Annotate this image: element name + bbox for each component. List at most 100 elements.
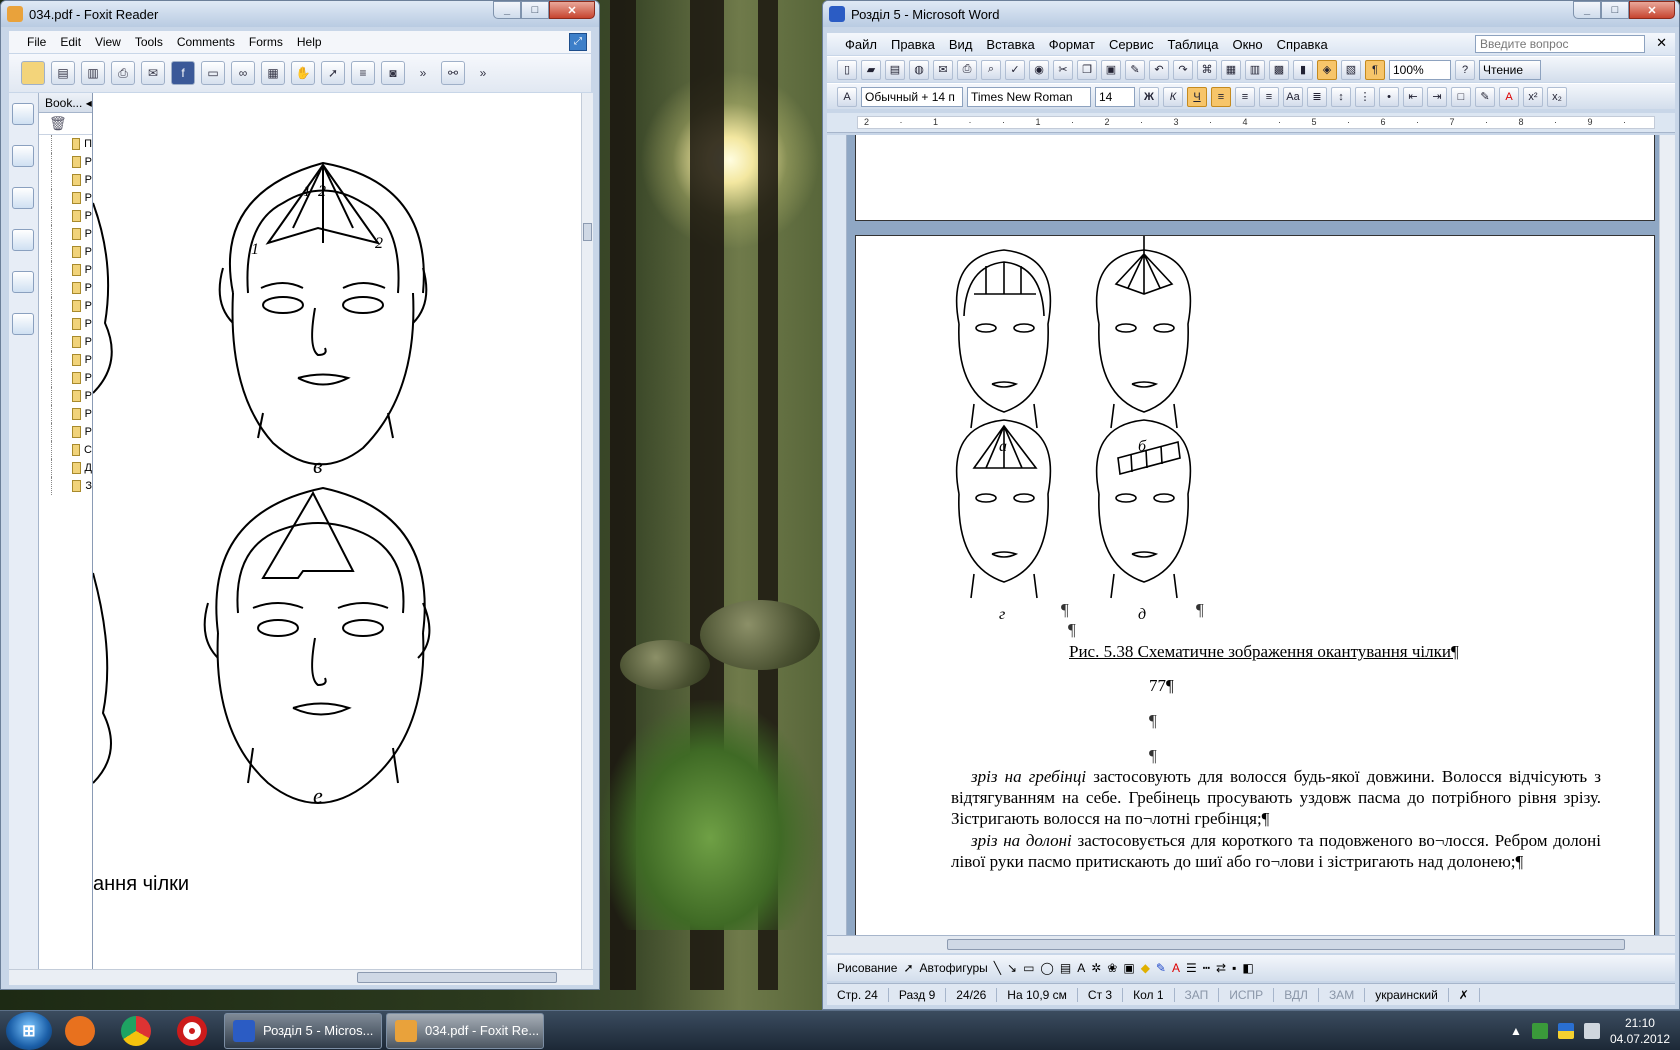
bookmark-item[interactable]: P	[51, 423, 92, 441]
bookmark-item[interactable]: P	[51, 189, 92, 207]
bookmark-item[interactable]: P	[51, 153, 92, 171]
distributed-icon[interactable]: Aa	[1283, 86, 1303, 107]
print-icon[interactable]: ⎙	[957, 59, 977, 80]
status-trk[interactable]: ИСПР	[1219, 987, 1275, 1002]
delete-bookmark-icon[interactable]: 🗑	[49, 115, 67, 132]
minimize-button[interactable]: _	[493, 1, 521, 19]
menu-help[interactable]: Help	[297, 35, 322, 49]
attachment-icon[interactable]	[12, 271, 34, 293]
bookmark-item[interactable]: P	[51, 225, 92, 243]
line-icon[interactable]: ╲	[994, 961, 1001, 975]
underline-icon[interactable]: Ч	[1187, 86, 1207, 107]
maximize-button[interactable]: □	[1601, 1, 1629, 19]
read-button[interactable]: Чтение	[1479, 59, 1541, 80]
clock[interactable]: 21:10 04.07.2012	[1610, 1015, 1670, 1047]
font-size-select[interactable]: 14	[1095, 86, 1135, 107]
bookmark-item[interactable]: P	[51, 369, 92, 387]
menu-edit[interactable]: Edit	[60, 35, 81, 49]
glasses-icon[interactable]: ∞	[231, 61, 255, 85]
volume-icon[interactable]	[1583, 1023, 1600, 1039]
menu-insert[interactable]: Вставка	[986, 37, 1034, 52]
bookmark-item[interactable]: P	[51, 315, 92, 333]
cut-icon[interactable]: ✂	[1053, 59, 1073, 80]
word-titlebar[interactable]: Розділ 5 - Microsoft Word _ □ ✕	[823, 1, 1679, 27]
line-spacing-icon[interactable]: ↕	[1331, 86, 1351, 107]
select-arrow-icon[interactable]: ➚	[321, 61, 345, 85]
subscript-icon[interactable]: x₂	[1547, 86, 1567, 107]
signature-icon[interactable]	[12, 313, 34, 335]
redo-icon[interactable]: ↷	[1173, 59, 1193, 80]
bullets-icon[interactable]: •	[1379, 86, 1399, 107]
open-icon[interactable]: ▰	[861, 59, 881, 80]
dash-style-icon[interactable]: ┅	[1203, 961, 1210, 975]
insert-table-icon[interactable]: ▥	[1245, 59, 1265, 80]
borders-icon[interactable]: □	[1451, 86, 1471, 107]
undo-icon[interactable]: ↶	[1149, 59, 1169, 80]
tables-borders-icon[interactable]: ▦	[1221, 59, 1241, 80]
copy-icon[interactable]: ❐	[1077, 59, 1097, 80]
email-icon[interactable]: ✉	[933, 59, 953, 80]
align-center-icon[interactable]: ≡	[1235, 86, 1255, 107]
menu-window[interactable]: Окно	[1232, 37, 1262, 52]
menu-help[interactable]: Справка	[1277, 37, 1328, 52]
arrow-style-icon[interactable]: ⇄	[1216, 961, 1226, 975]
select-objects-icon[interactable]: ➚	[903, 961, 913, 975]
scroll-thumb[interactable]	[357, 972, 557, 983]
vertical-scrollbar[interactable]	[1659, 135, 1675, 935]
bookmark-item[interactable]: Д	[51, 459, 92, 477]
comments-icon[interactable]	[12, 229, 34, 251]
status-ovr[interactable]: ЗАМ	[1319, 987, 1366, 1002]
line-style-icon[interactable]: ☰	[1186, 961, 1197, 975]
hyperlink-icon[interactable]: ⌘	[1197, 59, 1217, 80]
bookmark-item[interactable]: P	[51, 297, 92, 315]
close-button[interactable]: ✕	[549, 1, 595, 19]
bold-icon[interactable]: Ж	[1139, 86, 1159, 107]
opera-icon[interactable]	[164, 1012, 220, 1050]
network-icon[interactable]	[1531, 1023, 1548, 1039]
tray-expand-icon[interactable]: ▲	[1510, 1024, 1522, 1038]
highlight-icon[interactable]: ✎	[1475, 86, 1495, 107]
open-icon[interactable]	[21, 61, 45, 85]
menu-view[interactable]: View	[95, 35, 121, 49]
bookmark-item[interactable]: P	[51, 261, 92, 279]
align-left-icon[interactable]: ≡	[1211, 86, 1231, 107]
bookmark-item[interactable]: P	[51, 243, 92, 261]
status-language[interactable]: украинский	[1365, 987, 1449, 1002]
horizontal-ruler[interactable]: 2 · 1 · · 1 · 2 · 3 · 4 · 5 · 6 · 7 · 8 …	[827, 113, 1675, 133]
textbox-icon[interactable]: ▤	[1060, 961, 1071, 975]
research-icon[interactable]: ◉	[1029, 59, 1049, 80]
bookmark-item[interactable]: P	[51, 387, 92, 405]
align-right-icon[interactable]: ≡	[1259, 86, 1279, 107]
increase-indent-icon[interactable]: ⇥	[1427, 86, 1447, 107]
monitor-icon[interactable]: ▭	[201, 61, 225, 85]
taskbar-word-button[interactable]: Розділ 5 - Micros...	[224, 1012, 382, 1049]
oval-icon[interactable]: ◯	[1040, 961, 1053, 975]
font-select[interactable]: Times New Roman	[967, 86, 1091, 107]
pages-icon[interactable]: ▦	[261, 61, 285, 85]
horizontal-scrollbar[interactable]	[9, 969, 593, 985]
scroll-thumb[interactable]	[583, 223, 592, 241]
ask-question-input[interactable]: Введите вопрос	[1475, 35, 1645, 53]
menu-file[interactable]: File	[27, 35, 46, 49]
chevron-more-icon[interactable]: »	[411, 61, 435, 85]
status-rec[interactable]: ЗАП	[1175, 987, 1220, 1002]
numbering-icon[interactable]: ⋮	[1355, 86, 1375, 107]
status-ext[interactable]: ВДЛ	[1274, 987, 1319, 1002]
clipart-icon[interactable]: ❀	[1107, 961, 1117, 975]
expand-icon[interactable]: ⤢	[569, 33, 587, 51]
document-map-icon[interactable]: ▧	[1341, 59, 1361, 80]
font-color-icon[interactable]: A	[1499, 86, 1519, 107]
bookmark-item[interactable]: З	[51, 477, 92, 495]
bookmark-item[interactable]: C	[51, 441, 92, 459]
menu-file[interactable]: Файл	[845, 37, 877, 52]
wordart-icon[interactable]: A	[1077, 961, 1085, 975]
bookmark-item[interactable]: P	[51, 405, 92, 423]
collapse-icon[interactable]: ◂	[86, 96, 92, 110]
bookmark-item[interactable]: П	[51, 135, 92, 153]
diagram-icon[interactable]: ✲	[1091, 961, 1101, 975]
document-page[interactable]: а б г д ¶ ¶ ¶ Рис. 5.38 Схематичне зобра…	[855, 235, 1655, 935]
menu-edit[interactable]: Правка	[891, 37, 935, 52]
menu-table[interactable]: Таблица	[1167, 37, 1218, 52]
menu-forms[interactable]: Forms	[249, 35, 283, 49]
pages-panel-icon[interactable]	[12, 145, 34, 167]
